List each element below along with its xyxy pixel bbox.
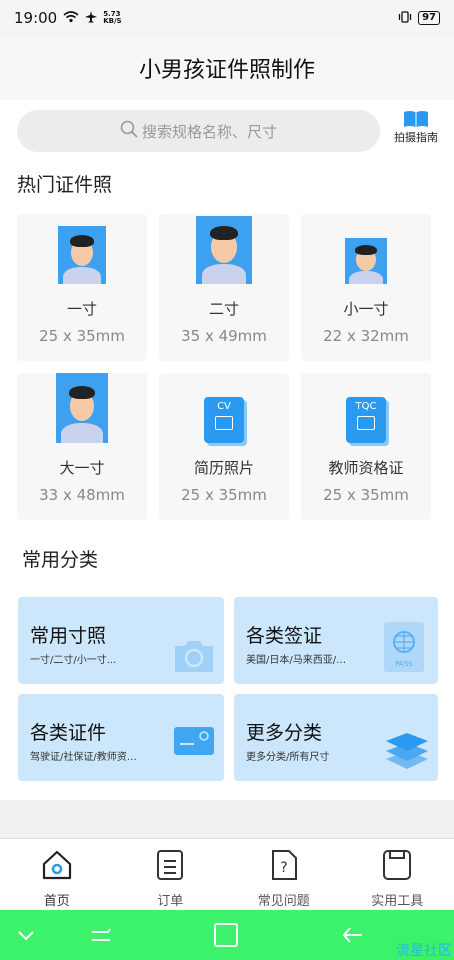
- spec-name: 二寸: [208, 300, 239, 318]
- bottom-spacer: [0, 800, 454, 838]
- battery-icon: 97: [418, 11, 440, 25]
- spec-size: 22 x 32mm: [323, 327, 409, 345]
- bottom-tab-bar: 首页 订单 ? 常见问题 实用工具: [0, 838, 454, 910]
- portrait-photo-icon: [345, 238, 387, 284]
- tab-label: 首页: [43, 894, 70, 909]
- spec-name: 一寸: [66, 300, 97, 318]
- spec-card-one-inch[interactable]: 一寸 25 x 35mm: [17, 214, 147, 361]
- layers-icon: [384, 729, 430, 775]
- tqc-badge: TQC: [355, 401, 377, 412]
- tab-faq[interactable]: ? 常见问题: [227, 839, 341, 910]
- tools-icon: [381, 849, 413, 890]
- common-section-title: 常用分类: [22, 549, 99, 571]
- category-ids[interactable]: 各类证件 驾驶证/社保证/教师资格证...: [18, 694, 224, 781]
- category-subtitle: 更多分类/所有尺寸: [246, 752, 330, 763]
- spec-size: 33 x 48mm: [39, 486, 125, 504]
- spec-name: 教师资格证: [328, 459, 404, 477]
- spec-card-teacher-cert[interactable]: TQC 教师资格证 25 x 35mm: [301, 373, 431, 520]
- home-icon: [41, 849, 73, 890]
- hot-photo-grid: 一寸 25 x 35mm 二寸 35 x 49mm 小一寸 22 x 32mm: [17, 214, 437, 520]
- category-subtitle: 一寸/二寸/小一寸...: [30, 655, 117, 666]
- chevron-down-icon[interactable]: [16, 928, 36, 947]
- spec-size: 25 x 35mm: [181, 486, 267, 504]
- spec-card-large-one-inch[interactable]: 大一寸 33 x 48mm: [17, 373, 147, 520]
- search-icon: [120, 120, 138, 142]
- category-visas[interactable]: 各类签证 美国/日本/马来西亚/泰国... PASS: [234, 597, 438, 684]
- hot-section-title: 热门证件照: [17, 174, 113, 196]
- menu-icon[interactable]: [88, 922, 114, 952]
- category-common-photos[interactable]: 常用寸照 一寸/二寸/小一寸...: [18, 597, 224, 684]
- category-subtitle: 美国/日本/马来西亚/泰国...: [246, 655, 356, 666]
- spec-name: 大一寸: [59, 459, 105, 477]
- category-more[interactable]: 更多分类 更多分类/所有尺寸: [234, 694, 438, 781]
- vibrate-icon: [398, 10, 412, 26]
- wifi-icon: [63, 9, 79, 27]
- search-input[interactable]: 搜索规格名称、尺寸: [17, 110, 380, 152]
- tqc-doc-icon: TQC: [346, 397, 386, 443]
- status-time: 19:00: [14, 9, 58, 27]
- portrait-photo-icon: [58, 226, 106, 284]
- svg-text:?: ?: [280, 860, 287, 876]
- spec-size: 25 x 35mm: [39, 327, 125, 345]
- category-grid: 常用寸照 一寸/二寸/小一寸... 各类签证 美国/日本/马来西亚/泰国... …: [18, 597, 438, 781]
- camera-icon: [172, 638, 216, 678]
- back-icon[interactable]: [340, 922, 366, 952]
- search-placeholder: 搜索规格名称、尺寸: [141, 122, 277, 141]
- spec-card-resume[interactable]: CV 简历照片 25 x 35mm: [159, 373, 289, 520]
- system-nav-bar: 流星社区: [0, 910, 454, 960]
- watermark-text: 流星社区: [396, 943, 452, 959]
- main-content: 搜索规格名称、尺寸 拍摄指南 热门证件照 一寸 25 x 35mm 二寸 35 …: [0, 100, 454, 800]
- spec-name: 简历照片: [193, 459, 254, 477]
- spec-card-small-one-inch[interactable]: 小一寸 22 x 32mm: [301, 214, 431, 361]
- tab-tools[interactable]: 实用工具: [341, 839, 454, 910]
- network-speed: 5.73 KB/S: [103, 10, 122, 25]
- search-row: 搜索规格名称、尺寸 拍摄指南: [0, 100, 454, 160]
- tab-label: 订单: [157, 894, 184, 909]
- title-bar: 小男孩证件照制作: [0, 36, 454, 100]
- cv-badge: CV: [217, 401, 231, 412]
- category-subtitle: 驾驶证/社保证/教师资格证...: [30, 752, 140, 763]
- cv-doc-icon: CV: [204, 397, 244, 443]
- orders-icon: [154, 849, 186, 890]
- tab-label: 常见问题: [257, 894, 310, 909]
- spec-card-two-inch[interactable]: 二寸 35 x 49mm: [159, 214, 289, 361]
- spec-size: 35 x 49mm: [181, 327, 267, 345]
- faq-icon: ?: [268, 849, 300, 890]
- book-icon: [388, 110, 444, 128]
- spec-name: 小一寸: [343, 300, 389, 318]
- portrait-photo-icon: [56, 373, 108, 443]
- passport-icon: PASS: [382, 622, 426, 676]
- tab-label: 实用工具: [371, 894, 424, 909]
- shooting-guide-button[interactable]: 拍摄指南: [388, 110, 444, 145]
- portrait-photo-icon: [196, 216, 252, 284]
- passport-badge: PASS: [395, 660, 413, 668]
- shooting-guide-label: 拍摄指南: [394, 131, 438, 144]
- page-title: 小男孩证件照制作: [138, 58, 315, 83]
- home-square-icon[interactable]: [213, 922, 239, 952]
- spec-size: 25 x 35mm: [323, 486, 409, 504]
- id-card-icon: [172, 725, 216, 761]
- status-bar: 19:00 5.73 KB/S 97: [0, 0, 454, 36]
- tab-orders[interactable]: 订单: [114, 839, 228, 910]
- tab-home[interactable]: 首页: [0, 839, 114, 910]
- airplane-icon: [85, 9, 98, 27]
